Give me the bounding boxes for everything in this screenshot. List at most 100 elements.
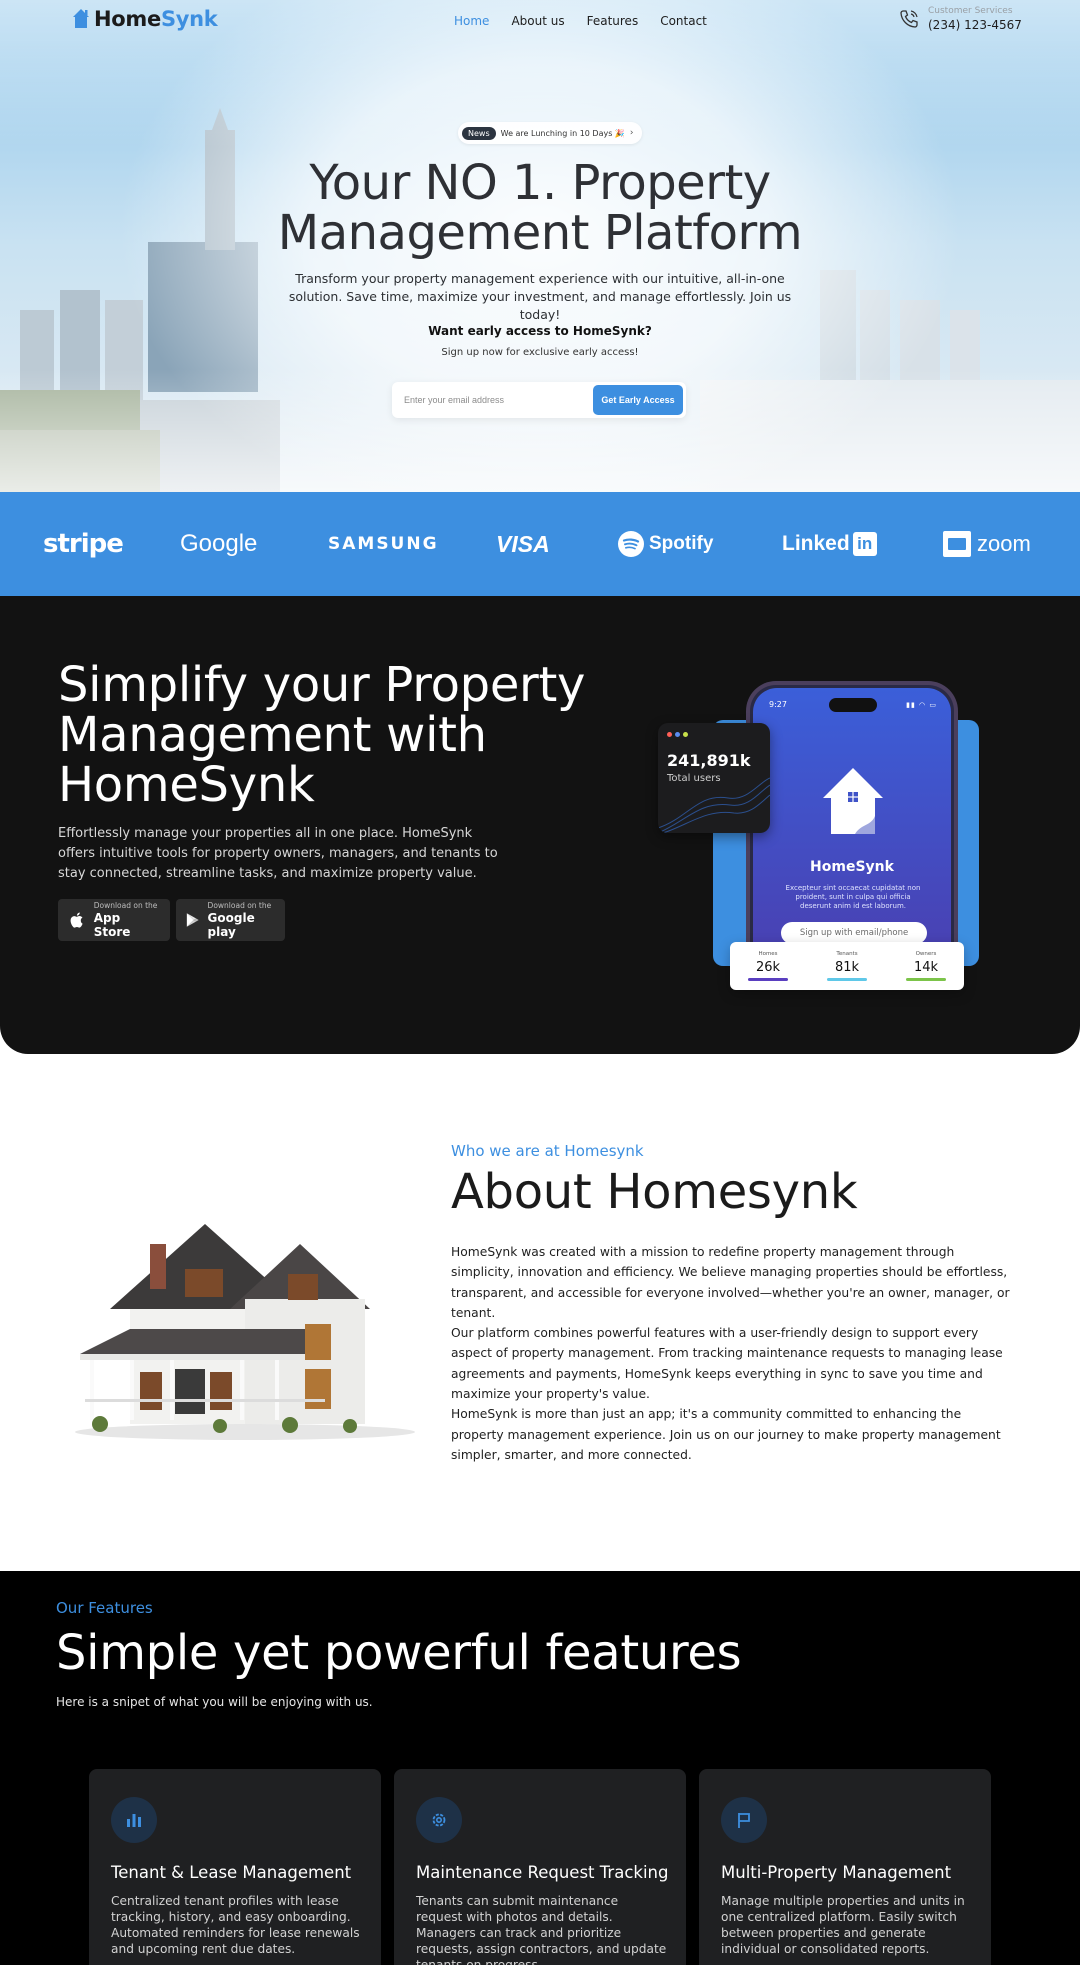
feature-card-title: Maintenance Request Tracking xyxy=(416,1863,669,1882)
phone-icon xyxy=(900,10,918,28)
linkedin-in-box: in xyxy=(852,532,877,556)
nav-links: Home About us Features Contact xyxy=(454,14,707,28)
phone-mockup: 9:27 ▮▮ ◠ ▭ HomeSynk Excepteur sint occa… xyxy=(746,681,958,971)
house-icon xyxy=(823,768,883,834)
phone-status-icons: ▮▮ ◠ ▭ xyxy=(906,701,937,709)
news-pill[interactable]: News We are Lunching in 10 Days 🎉 › xyxy=(458,122,642,144)
apple-icon xyxy=(70,912,83,928)
linkedin-logo: Linked in xyxy=(782,492,877,596)
feature-card-multi-property[interactable]: Multi-Property Management Manage multipl… xyxy=(699,1769,991,1965)
customer-service-label: Customer Services xyxy=(928,6,1013,16)
zoom-icon xyxy=(943,531,971,557)
customer-service[interactable]: Customer Services (234) 123-4567 xyxy=(898,6,1022,32)
phone-signup-button[interactable]: Sign up with email/phone xyxy=(781,922,927,944)
about-section: Who we are at Homesynk About Homesynk Ho… xyxy=(0,1054,1080,1571)
early-access-question: Want early access to HomeSynk? xyxy=(428,324,652,338)
feature-card-description: Centralized tenant profiles with lease t… xyxy=(111,1894,360,1956)
early-access-form: Get Early Access xyxy=(392,382,686,418)
nav-link-home[interactable]: Home xyxy=(454,14,489,28)
about-body: HomeSynk was created with a mission to r… xyxy=(451,1242,1011,1465)
stat-value: 14k xyxy=(913,960,939,975)
feature-card-title: Tenant & Lease Management xyxy=(111,1863,352,1882)
get-early-access-button[interactable]: Get Early Access xyxy=(593,385,683,415)
simplify-title-line3: HomeSynk xyxy=(58,757,315,813)
feature-card-tenant[interactable]: Tenant & Lease Management Centralized te… xyxy=(89,1769,381,1965)
about-paragraph: Our platform combines powerful features … xyxy=(451,1326,1003,1402)
top-navigation: HomeSynk Home About us Features Contact … xyxy=(0,0,1080,46)
stat-bar xyxy=(827,978,867,981)
zoom-logo: zoom xyxy=(943,492,1031,596)
app-store-label: App Store xyxy=(93,911,131,939)
spotify-logo: Spotify xyxy=(618,492,713,596)
stat-homes: Homes 26k xyxy=(740,942,796,981)
logo-text-synk: Synk xyxy=(160,7,218,31)
simplify-title-line2: Management with xyxy=(58,707,487,763)
about-kicker: Who we are at Homesynk xyxy=(451,1142,644,1160)
stat-tenants: Tenants 81k xyxy=(819,942,875,981)
chevron-right-icon: › xyxy=(629,128,634,138)
spotify-icon xyxy=(618,531,644,557)
google-play-button[interactable]: Download on the Google play xyxy=(176,899,285,941)
phone-time: 9:27 xyxy=(769,700,787,709)
about-paragraph: HomeSynk was created with a mission to r… xyxy=(451,1245,1010,1320)
feature-card-description: Manage multiple properties and units in … xyxy=(721,1894,965,1956)
customer-service-phone: (234) 123-4567 xyxy=(928,18,1022,32)
phone-dynamic-island xyxy=(829,698,877,712)
house-illustration xyxy=(75,1224,415,1440)
stat-label: Homes xyxy=(758,951,778,957)
email-input[interactable] xyxy=(404,395,593,405)
customer-service-text: Customer Services (234) 123-4567 xyxy=(928,6,1022,32)
about-title: About Homesynk xyxy=(451,1164,858,1220)
google-play-label: Google play xyxy=(207,911,255,939)
hero-title-line1: Your NO 1. Property xyxy=(309,155,771,211)
feature-card-description: Tenants can submit maintenance request w… xyxy=(416,1894,667,1965)
linkedin-wordmark: Linked xyxy=(782,532,850,555)
phone-screen: 9:27 ▮▮ ◠ ▭ HomeSynk Excepteur sint occa… xyxy=(753,688,951,968)
stat-value: 26k xyxy=(755,960,781,975)
stripe-logo: stripe xyxy=(43,529,124,559)
google-play-icon xyxy=(186,913,199,927)
features-title: Simple yet powerful features xyxy=(56,1625,742,1681)
phone-description: Excepteur sint occaecat cupidatat non pr… xyxy=(785,884,921,910)
nav-link-contact[interactable]: Contact xyxy=(660,14,707,28)
hero-section: News We are Lunching in 10 Days 🎉 › Your… xyxy=(0,0,1080,492)
feature-card-title: Multi-Property Management xyxy=(721,1863,952,1882)
simplify-title-line1: Simplify your Property xyxy=(58,657,586,713)
spotify-wordmark: Spotify xyxy=(649,533,714,554)
stat-label: Tenants xyxy=(836,951,858,957)
samsung-logo: SAMSUNG xyxy=(328,534,439,554)
phone-app-name: HomeSynk xyxy=(810,859,894,875)
logo-text: HomeSynk xyxy=(94,7,218,31)
visa-logo: VISA xyxy=(496,530,550,557)
features-subtitle: Here is a snipet of what you will be enj… xyxy=(56,1695,373,1709)
features-section: Our Features Simple yet powerful feature… xyxy=(0,1571,1080,1965)
hero-subtitle: Transform your property management exper… xyxy=(288,271,792,322)
logo-text-home: Home xyxy=(94,7,161,31)
hero-title: Your NO 1. Property Management Platform xyxy=(0,158,1080,258)
total-users-value: 241,891k xyxy=(667,751,751,770)
zoom-wordmark: zoom xyxy=(977,531,1031,556)
stat-value: 81k xyxy=(834,960,860,975)
feature-card-maintenance[interactable]: Maintenance Request Tracking Tenants can… xyxy=(394,1769,686,1965)
news-badge: News xyxy=(462,126,496,140)
stat-bar xyxy=(748,978,788,981)
app-store-small-text: Download on the xyxy=(93,901,158,910)
stats-card: Homes 26k Tenants 81k Owners 14k xyxy=(730,942,964,990)
nav-link-features[interactable]: Features xyxy=(587,14,639,28)
homesynk-logo[interactable]: HomeSynk xyxy=(72,7,218,31)
google-play-small-text: Download on the xyxy=(207,901,272,910)
app-store-button[interactable]: Download on the App Store xyxy=(58,899,170,941)
hero-title-line2: Management Platform xyxy=(277,205,803,261)
about-paragraph: HomeSynk is more than just an app; it's … xyxy=(451,1407,1001,1462)
features-kicker: Our Features xyxy=(56,1599,153,1617)
gear-icon xyxy=(416,1797,462,1843)
wave-lines-graphic xyxy=(658,777,770,833)
simplify-subtitle: Effortlessly manage your properties all … xyxy=(58,826,498,881)
total-users-card: 241,891k Total users xyxy=(658,723,770,833)
house-logo-icon xyxy=(73,9,89,28)
news-text: We are Lunching in 10 Days 🎉 xyxy=(500,128,625,138)
stat-owners: Owners 14k xyxy=(898,942,954,981)
nav-link-about[interactable]: About us xyxy=(511,14,564,28)
partner-logos-band: stripe Google SAMSUNG VISA Spotify Linke… xyxy=(0,492,1080,596)
stat-bar xyxy=(906,978,946,981)
